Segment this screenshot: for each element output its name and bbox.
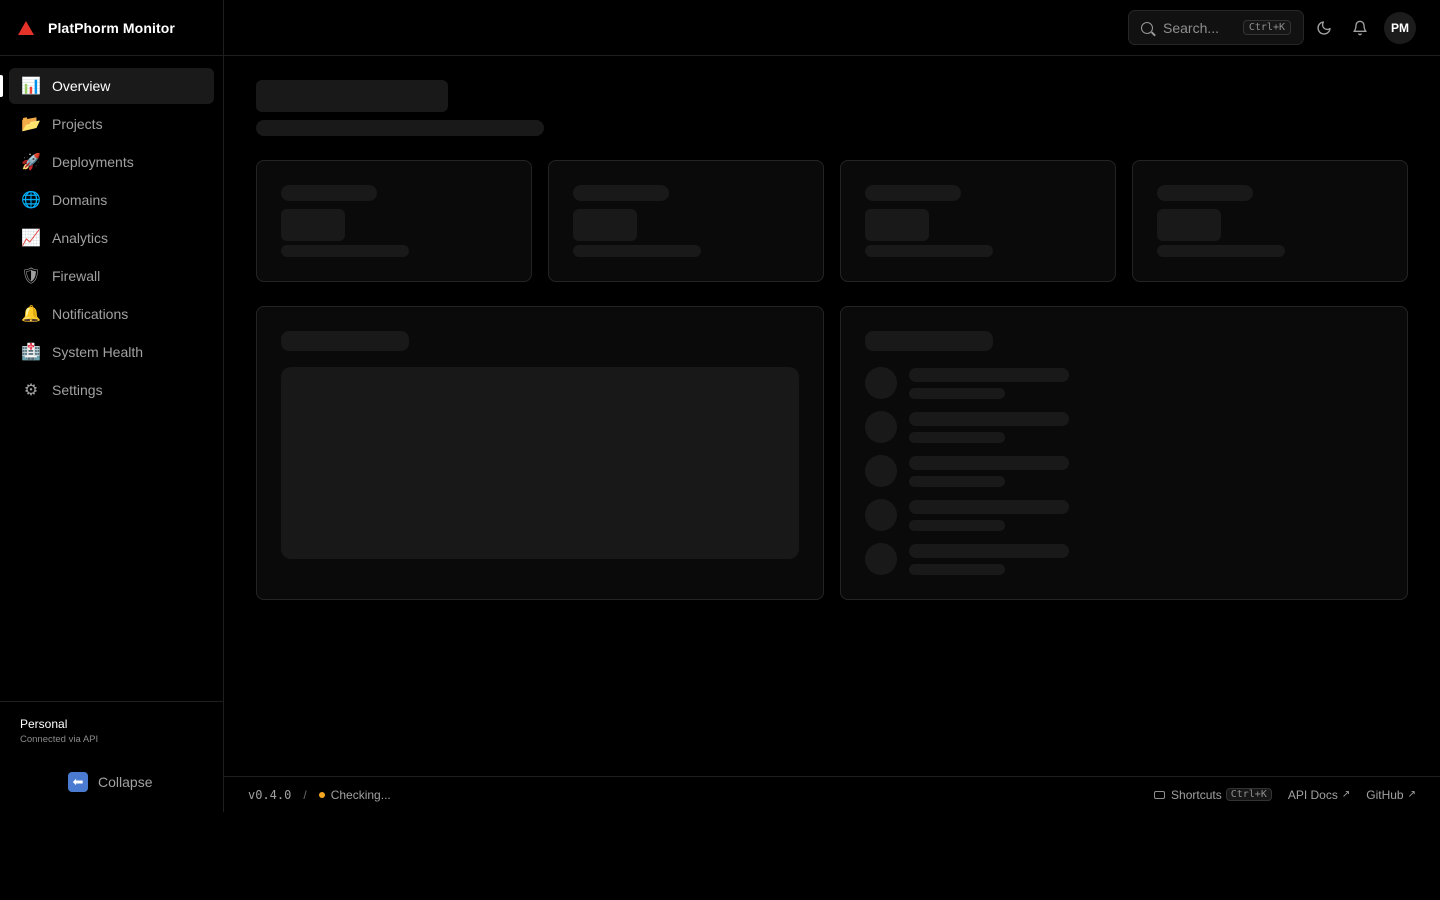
skeleton-line (865, 245, 993, 257)
skeleton-page-subtitle (256, 120, 544, 136)
sidebar-item-projects[interactable]: 📂 Projects (9, 106, 214, 142)
bell-icon: 🔔 (21, 306, 41, 323)
github-label: GitHub (1366, 787, 1404, 802)
skeleton-line (909, 476, 1005, 487)
external-link-icon: ↗ (1407, 789, 1416, 800)
sidebar-item-deployments[interactable]: 🚀 Deployments (9, 144, 214, 180)
search-placeholder: Search... (1163, 19, 1220, 36)
sidebar-item-label: System Health (52, 344, 144, 360)
skeleton-list-avatar (865, 455, 897, 487)
skeleton-line (909, 500, 1069, 514)
shortcuts-key-badge: Ctrl+K (1225, 788, 1272, 801)
sidebar-item-label: Notifications (52, 306, 129, 322)
search-icon (1141, 21, 1153, 34)
bell-icon (1353, 20, 1367, 36)
account-name: Personal (20, 717, 68, 731)
brand[interactable]: PlatPhorm Monitor (0, 0, 223, 56)
external-link-icon: ↗ (1341, 789, 1351, 800)
collapse-button[interactable]: ⬅ Collapse (68, 772, 152, 792)
skeleton-line (1157, 185, 1253, 201)
connection-status-text: Checking... (330, 787, 391, 802)
shortcuts-label: Shortcuts (1171, 787, 1222, 802)
gear-icon: ⚙ (23, 382, 39, 399)
user-avatar[interactable]: PM (1384, 12, 1416, 44)
sidebar-item-label: Firewall (52, 268, 101, 284)
skeleton-line (865, 185, 961, 201)
sidebar-item-label: Domains (52, 192, 108, 208)
skeleton-line (573, 185, 669, 201)
sidebar-item-domains[interactable]: 🌐 Domains (9, 182, 214, 218)
skeleton-chart-area (281, 367, 799, 559)
sidebar-item-system-health[interactable]: 🏥 System Health (9, 334, 214, 370)
api-docs-link[interactable]: API Docs ↗ (1288, 788, 1350, 802)
sidebar-item-label: Analytics (52, 230, 109, 246)
sidebar-nav: 📊 Overview 📂 Projects 🚀 Deployments 🌐 Do… (0, 56, 223, 408)
skeleton-list-avatar (865, 543, 897, 575)
skeleton-value (281, 209, 345, 241)
skeleton-line (909, 520, 1005, 531)
notifications-button[interactable] (1350, 18, 1370, 38)
separator: / (303, 787, 307, 802)
app-name: PlatPhorm Monitor (48, 19, 175, 36)
sidebar-item-settings[interactable]: ⚙ Settings (9, 372, 214, 408)
skeleton-list-avatar (865, 499, 897, 531)
skeleton-line (281, 245, 409, 257)
skeleton-line (573, 245, 701, 257)
skeleton-page-title (256, 80, 448, 112)
sidebar-item-firewall[interactable]: 🛡 Firewall (9, 258, 214, 294)
folder-icon: 📂 (21, 116, 41, 133)
moon-icon (1317, 21, 1331, 35)
skeleton-list-avatar (865, 367, 897, 399)
status-bar: v0.4.0 / Checking... Shortcuts Ctrl+K AP… (224, 776, 1440, 812)
account-info: Personal Connected via API (0, 702, 223, 745)
github-link[interactable]: GitHub ↗ (1366, 788, 1416, 802)
theme-toggle-button[interactable] (1314, 18, 1334, 38)
globe-icon: 🌐 (21, 192, 41, 209)
skeleton-line (909, 368, 1069, 382)
sidebar-item-overview[interactable]: 📊 Overview (0, 68, 214, 104)
bar-chart-icon: 📊 (21, 78, 41, 95)
skeleton-value (1157, 209, 1221, 241)
account-connection-status: Connected via API (20, 734, 99, 745)
skeleton-line (1157, 245, 1285, 257)
top-header: Search... Ctrl+K PM (224, 0, 1440, 56)
shortcuts-link[interactable]: Shortcuts Ctrl+K (1154, 788, 1272, 802)
skeleton-value (573, 209, 637, 241)
skeleton-value (865, 209, 929, 241)
skeleton-line (909, 412, 1069, 426)
sidebar-item-label: Deployments (52, 154, 134, 170)
sidebar-item-label: Projects (52, 116, 103, 132)
sidebar-footer: Personal Connected via API ⬅ Collapse (0, 701, 223, 812)
skeleton-list-avatar (865, 411, 897, 443)
skeleton-line (909, 456, 1069, 470)
search-shortcut-badge: Ctrl+K (1242, 20, 1291, 35)
line-chart-icon: 📈 (21, 230, 41, 247)
sidebar-item-label: Settings (52, 382, 103, 398)
skeleton-line (281, 185, 377, 201)
keyboard-icon (1154, 790, 1166, 799)
collapse-label: Collapse (98, 774, 153, 790)
sidebar-item-label: Overview (52, 78, 111, 94)
footer-links: Shortcuts Ctrl+K API Docs ↗ GitHub ↗ (1154, 788, 1416, 802)
rocket-icon: 🚀 (21, 154, 41, 171)
version-label: v0.4.0 (248, 787, 292, 802)
skeleton-panel-title (281, 331, 409, 351)
skeleton-line (909, 564, 1005, 575)
hospital-icon: 🏥 (21, 344, 41, 361)
sidebar: PlatPhorm Monitor 📊 Overview 📂 Projects … (0, 0, 224, 812)
logo-triangle-icon (18, 20, 34, 35)
skeleton-line (909, 388, 1005, 399)
skeleton-panel-title (865, 331, 993, 351)
api-docs-label: API Docs (1287, 787, 1338, 802)
arrow-left-icon: ⬅ (68, 772, 88, 792)
shield-icon: 🛡 (20, 268, 42, 285)
status-dot-icon (318, 791, 325, 798)
search-input[interactable]: Search... Ctrl+K (1128, 10, 1304, 45)
skeleton-line (909, 544, 1069, 558)
sidebar-item-analytics[interactable]: 📈 Analytics (9, 220, 214, 256)
skeleton-line (909, 432, 1005, 443)
sidebar-item-notifications[interactable]: 🔔 Notifications (9, 296, 214, 332)
